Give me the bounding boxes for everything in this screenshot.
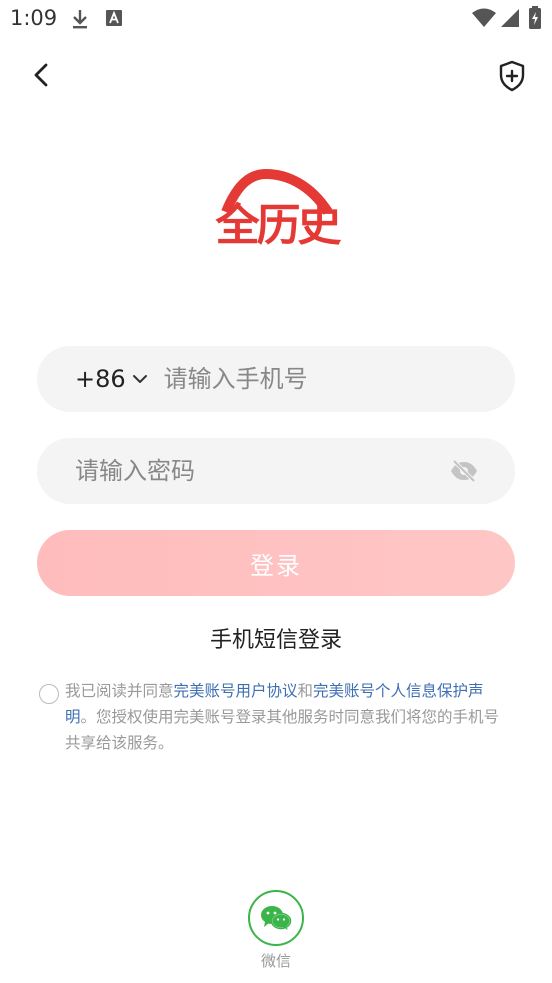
status-bar: 1:09: [0, 0, 552, 38]
chevron-left-icon: [34, 63, 48, 87]
phone-input[interactable]: [163, 365, 484, 393]
status-time: 1:09: [10, 6, 58, 30]
a-icon: [106, 10, 122, 30]
login-button[interactable]: 登录: [37, 530, 515, 596]
wechat-label: 微信: [260, 952, 291, 970]
password-input[interactable]: [75, 457, 435, 485]
wechat-login-button[interactable]: [248, 890, 304, 946]
agreement-prefix: 我已阅读并同意: [65, 682, 174, 700]
agreement-text: 我已阅读并同意完美账号用户协议和完美账号个人信息保护声明。您授权使用完美账号登录…: [65, 678, 510, 756]
eye-off-icon[interactable]: [449, 458, 479, 484]
country-code-selector[interactable]: +86: [75, 365, 126, 393]
user-agreement-link[interactable]: 完美账号用户协议: [174, 682, 298, 700]
shield-plus-icon: [499, 60, 525, 92]
agreement-and: 和: [297, 682, 314, 700]
logo-text: 全历史: [215, 200, 342, 251]
download-icon: [70, 8, 90, 34]
security-button[interactable]: [492, 56, 532, 96]
agreement-checkbox[interactable]: [39, 684, 59, 704]
battery-icon: [528, 6, 542, 34]
password-field: [37, 438, 515, 504]
wechat-icon: [261, 906, 292, 930]
phone-field: +86: [37, 346, 515, 412]
chevron-down-icon[interactable]: [132, 373, 148, 385]
signal-icon: [500, 8, 520, 32]
wifi-icon: [472, 8, 496, 32]
agreement-suffix: 。您授权使用完美账号登录其他服务时同意我们将您的手机号共享给该服务。: [65, 708, 500, 752]
sms-login-link[interactable]: 手机短信登录: [0, 622, 552, 654]
app-logo: 全历史: [206, 168, 348, 272]
back-button[interactable]: [24, 58, 58, 92]
